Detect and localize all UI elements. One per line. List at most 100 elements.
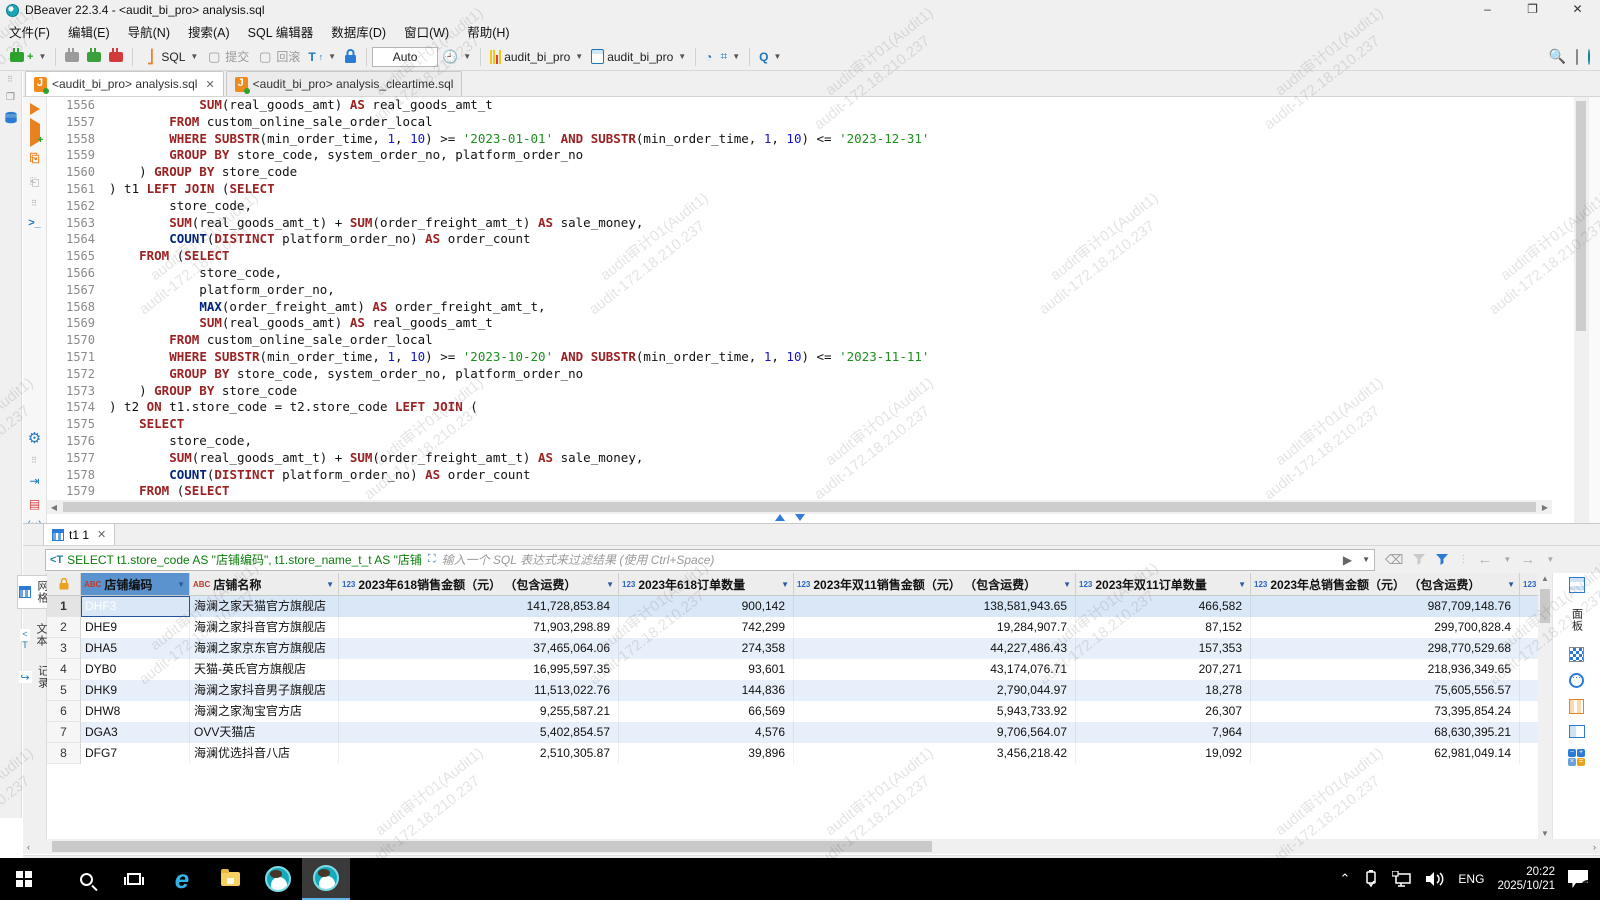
grid-vertical-scrollbar[interactable]: ▲ ▼ <box>1538 573 1552 839</box>
code-line[interactable]: 1567 platform_order_no, <box>47 282 1552 299</box>
panel-layout-icon[interactable] <box>1569 725 1585 738</box>
disconnect-icon[interactable] <box>105 50 127 64</box>
row-number[interactable]: 6 <box>47 701 81 722</box>
code-line[interactable]: 1563 SUM(real_goods_amt_t) + SUM(order_f… <box>47 215 1552 232</box>
filter-input[interactable]: <T SELECT t1.store_code AS "店铺编码", t1.st… <box>45 549 1375 571</box>
apply-filter-icon[interactable]: ▶ <box>1343 553 1352 567</box>
start-button[interactable] <box>0 858 48 900</box>
grid-cell[interactable]: 海澜优选抖音八店 <box>190 743 339 764</box>
code-line[interactable]: 1574) t2 ON t1.store_code = t2.store_cod… <box>47 399 1552 416</box>
editor-vertical-scrollbar[interactable] <box>1574 97 1588 529</box>
grid-cell[interactable]: 44,227,486.43 <box>794 638 1076 659</box>
execute-script-icon[interactable]: ⎘ <box>30 151 40 166</box>
code-line[interactable]: 1556 SUM(real_goods_amt) AS real_goods_a… <box>47 97 1552 114</box>
scroll-left-icon[interactable]: ◀ <box>47 503 61 512</box>
column-header[interactable]: 1232023年双11订单数量▼ <box>1076 573 1251 596</box>
grid-cell[interactable]: 16,995,597.35 <box>339 659 619 680</box>
sql-code-area[interactable]: 1556 SUM(real_goods_amt) AS real_goods_a… <box>47 97 1552 529</box>
sash-collapse-controls[interactable] <box>760 514 820 523</box>
grid-cell[interactable]: 138,581,943.65 <box>794 596 1076 617</box>
column-header[interactable]: 1232023年双11销售金额（元） （包含运费）▼ <box>794 573 1076 596</box>
internet-explorer-icon[interactable]: e <box>158 858 206 900</box>
settings-gear-icon[interactable]: ⚙ <box>28 429 41 447</box>
grid-cell[interactable]: 144,836 <box>619 680 794 701</box>
transaction-mode-select[interactable]: Auto <box>372 47 438 67</box>
column-header[interactable]: 1232023年总销售金额（元） （包含运费）▼ <box>1251 573 1520 596</box>
nav-forward-icon[interactable]: → <box>1520 551 1535 568</box>
menu-编辑(E)[interactable]: 编辑(E) <box>59 20 119 43</box>
zoom-buttons-group[interactable]: −+ ×= <box>1568 749 1585 766</box>
code-line[interactable]: 1558 WHERE SUBSTR(min_order_time, 1, 10)… <box>47 131 1552 148</box>
tab-analysis-sql[interactable]: <audit_bi_pro> analysis.sql ✕ <box>25 71 224 96</box>
execute-new-tab-icon[interactable]: + <box>30 124 40 142</box>
grid-cell[interactable]: 298,770,529.68 <box>1251 638 1520 659</box>
grid-cell[interactable]: DYB0 <box>81 659 190 680</box>
row-number[interactable]: 5 <box>47 680 81 701</box>
menu-文件(F)[interactable]: 文件(F) <box>0 20 59 43</box>
grid-cell[interactable]: 71,903,298.89 <box>339 617 619 638</box>
code-line[interactable]: 1571 WHERE SUBSTR(min_order_time, 1, 10)… <box>47 349 1552 366</box>
code-line[interactable]: 1559 GROUP BY store_code, system_order_n… <box>47 147 1552 164</box>
network-button[interactable]: ⌗▼ <box>716 47 744 66</box>
row-number[interactable]: 7 <box>47 722 81 743</box>
taskbar-search-icon[interactable] <box>62 858 110 900</box>
grid-cell[interactable]: 62,981,049.14 <box>1251 743 1520 764</box>
column-menu-icon[interactable]: ▼ <box>177 580 185 589</box>
grid-cell[interactable]: 天猫-英氏官方旗舰店 <box>190 659 339 680</box>
menu-窗口(W)[interactable]: 窗口(W) <box>395 20 458 43</box>
grid-cell[interactable]: 9,255,587.21 <box>339 701 619 722</box>
task-view-icon[interactable] <box>110 858 158 900</box>
dbeaver-taskbar-icon-active[interactable] <box>302 858 350 900</box>
column-menu-icon[interactable]: ▼ <box>1063 580 1071 589</box>
grid-cell[interactable]: 4,576 <box>619 722 794 743</box>
transaction-history-button[interactable]: 🕘▼ <box>438 47 475 67</box>
grid-cell[interactable]: 73,395,854.24 <box>1251 701 1520 722</box>
tab-analysis-cleartime-sql[interactable]: <audit_bi_pro> analysis_cleartime.sql <box>226 71 463 96</box>
row-number[interactable]: 8 <box>47 743 81 764</box>
code-line[interactable]: 1579 FROM (SELECT <box>47 483 1552 500</box>
rollback-button[interactable]: ▢回滚 <box>253 46 304 67</box>
lock-icon[interactable] <box>340 47 361 66</box>
code-line[interactable]: 1564 COUNT(DISTINCT platform_order_no) A… <box>47 231 1552 248</box>
grid-cell[interactable]: 87,152 <box>1076 617 1251 638</box>
grid-cell[interactable]: DHF3 <box>81 596 190 617</box>
code-line[interactable]: 1561) t1 LEFT JOIN (SELECT <box>47 181 1552 198</box>
grid-cell[interactable]: 26,307 <box>1076 701 1251 722</box>
grid-cell[interactable]: 218,936,349.65 <box>1251 659 1520 680</box>
close-button[interactable]: ✕ <box>1555 0 1600 20</box>
custom-filter-icon[interactable] <box>1435 553 1449 566</box>
execute-statement-icon[interactable] <box>30 103 40 115</box>
grid-cell[interactable]: 11,513,022.76 <box>339 680 619 701</box>
grid-cell[interactable]: 43,174,076.71 <box>794 659 1076 680</box>
code-line[interactable]: 1570 FROM custom_online_sale_order_local <box>47 332 1552 349</box>
column-menu-icon[interactable]: ▼ <box>1507 580 1515 589</box>
grid-cell[interactable]: 2,790,044.97 <box>794 680 1076 701</box>
minimize-results-icon[interactable] <box>795 514 805 521</box>
grid-cell[interactable]: 299,700,828.4 <box>1251 617 1520 638</box>
minimize-button[interactable]: – <box>1465 0 1510 20</box>
result-tab-t1[interactable]: t1 1 ✕ <box>43 523 115 545</box>
grid-cell[interactable]: 75,605,556.57 <box>1251 680 1520 701</box>
grid-cell[interactable]: 18,278 <box>1076 680 1251 701</box>
grid-scroll-down-icon[interactable]: ▼ <box>1538 829 1552 838</box>
grid-cell[interactable]: 274,358 <box>619 638 794 659</box>
grid-cell[interactable]: 海澜之家抖音男子旗舰店 <box>190 680 339 701</box>
panel-grid-icon[interactable] <box>1569 577 1585 593</box>
grid-cell[interactable]: 157,353 <box>1076 638 1251 659</box>
scroll-right-icon[interactable]: ▶ <box>1538 503 1552 512</box>
grid-cell[interactable]: 海澜之家天猫官方旗舰店 <box>190 596 339 617</box>
grid-cell[interactable]: OVV天猫店 <box>190 722 339 743</box>
menu-数据库(D)[interactable]: 数据库(D) <box>322 20 395 43</box>
column-header[interactable]: 1232 <box>1520 573 1538 596</box>
grid-cell[interactable]: 2,510,305.87 <box>339 743 619 764</box>
column-menu-icon[interactable]: ▼ <box>606 580 614 589</box>
input-language-indicator[interactable]: ENG <box>1458 872 1484 886</box>
grid-cell[interactable]: DHA5 <box>81 638 190 659</box>
network-tray-icon[interactable] <box>1392 871 1412 887</box>
dbeaver-perspective-icon[interactable] <box>1588 50 1590 64</box>
tray-chevron-icon[interactable]: ⌃ <box>1340 871 1351 887</box>
column-header[interactable]: 1232023年618销售金额（元） （包含运费）▼ <box>339 573 619 596</box>
taskbar-clock[interactable]: 20:22 2025/10/21 <box>1497 865 1555 893</box>
new-connection-button[interactable]: +▼ <box>6 49 50 65</box>
calc-panel-icon[interactable] <box>1569 699 1584 714</box>
